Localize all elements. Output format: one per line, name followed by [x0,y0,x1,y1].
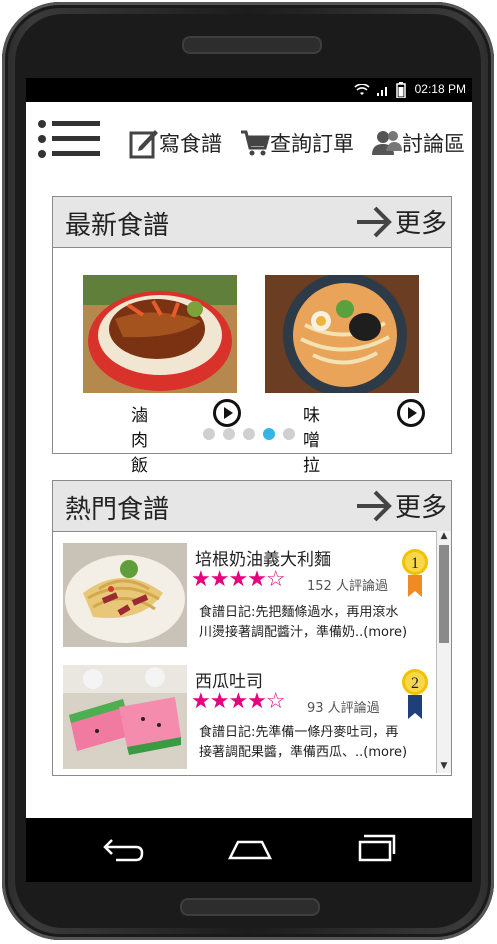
list-item[interactable]: 培根奶油義大利麵 ★★★★☆ 152 人評論過 食譜日記:先把麵條過水，再用滾水… [63,543,433,653]
menu-dot [38,135,46,143]
edit-icon [129,130,158,159]
rating-stars: ★★★★☆ [191,567,286,592]
half-star: ☆ [265,689,286,714]
miso-ramen-image [265,275,419,393]
recent-apps-icon[interactable] [354,832,398,864]
popular-more-label: 更多 [394,493,447,523]
scrollbar-thumb[interactable] [439,545,449,643]
nav-forum-label: 討論區 [402,132,465,156]
latest-recipes-section: 最新食譜 更多 滷肉飯 味噌拉 [52,196,452,501]
carousel-pager[interactable] [203,428,295,440]
popular-recipes-title: 熱門食譜 [65,495,170,525]
rank-2-medal-icon: 2 [402,669,428,719]
battery-icon [396,82,406,98]
pager-dot[interactable] [223,428,235,440]
list-item[interactable]: 西瓜吐司 ★★★★☆ 93 人評論過 食譜日記:先準備一條丹麥吐司，再 接著調配… [63,665,433,773]
play-icon[interactable] [213,399,241,427]
nav-forum[interactable]: 討論區 [372,126,465,160]
latest-recipes-header: 最新食譜 更多 [53,197,451,248]
nav-check-orders[interactable]: 查詢訂單 [240,126,354,160]
diary-line: 食譜日記:先把麵條過水，再用滾水 [199,605,399,620]
watermelon-toast-image [63,665,187,769]
half-star: ☆ [265,567,286,592]
back-icon[interactable] [102,836,146,864]
nav-write-label: 寫食譜 [159,132,222,156]
recipe-diary: 食譜日記:先準備一條丹麥吐司，再 接著調配果醬，準備西瓜、..(more) [199,723,431,763]
scroll-down-arrow-icon[interactable]: ▼ [438,761,450,773]
svg-text:2: 2 [411,675,419,692]
pager-dot-active[interactable] [263,428,275,440]
latest-more-button[interactable]: 更多 [355,203,447,240]
review-count: 93 人評論過 [307,701,380,716]
status-time: 02:18 PM [414,82,466,96]
scroll-up-arrow-icon[interactable]: ▲ [438,531,450,543]
pager-dot[interactable] [203,428,215,440]
menu-dot [38,150,46,158]
menu-bar [52,136,100,141]
diary-line: 接著調配果醬，準備西瓜、..(more) [199,745,408,760]
popular-list-scrollbar[interactable]: ▲ ▼ [436,531,451,773]
latest-more-label: 更多 [394,209,447,239]
diary-line: 川燙接著調配醬汁，準備奶..(more) [199,625,408,640]
review-count: 152 人評論過 [307,579,388,594]
status-bar: 02:18 PM [26,78,472,102]
menu-bar [52,121,100,126]
signal-icon [377,87,387,96]
popular-recipes-header: 熱門食譜 更多 [53,481,451,532]
recipe-diary: 食譜日記:先把麵條過水，再用滾水 川燙接著調配醬汁，準備奶..(more) [199,603,431,643]
users-icon [372,131,402,155]
phone-speaker [182,36,322,54]
pager-dot[interactable] [283,428,295,440]
pager-dot[interactable] [243,428,255,440]
home-icon[interactable] [226,836,274,862]
nav-orders-label: 查詢訂單 [270,132,354,156]
rank-1-medal-icon: 1 [402,549,428,597]
svg-text:1: 1 [411,555,419,572]
top-nav: 寫食譜 查詢訂單 討論區 [26,102,472,170]
popular-recipes-section: 熱門食譜 更多 培根奶油義大利麵 ★★★★☆ 152 人評論過 食譜日記:先把麵… [52,480,452,776]
latest-recipes-title: 最新食譜 [65,211,170,241]
rating-stars: ★★★★☆ [191,689,286,714]
phone-speaker-bottom [180,898,320,916]
arrow-right-icon [356,206,392,237]
menu-dot [38,120,46,128]
status-icons [354,82,406,98]
recipe-name: 滷肉飯 [131,406,148,476]
screen: 02:18 PM 寫食譜 查詢訂單 討論區 最新食譜 更多 滷肉飯 味噌拉 熱門… [26,78,472,818]
diary-line: 食譜日記:先準備一條丹麥吐司，再 [199,725,399,740]
cart-icon [241,130,270,156]
menu-bar [52,151,100,156]
braised-pork-rice-image [83,275,237,393]
wifi-icon [354,84,370,95]
nav-write-recipe[interactable]: 寫食譜 [129,126,222,160]
pasta-image [63,543,187,647]
arrow-right-icon [356,490,392,521]
popular-more-button[interactable]: 更多 [355,487,447,524]
play-icon[interactable] [397,399,425,427]
hamburger-menu-button[interactable] [38,120,102,160]
android-nav-bar [26,818,472,882]
